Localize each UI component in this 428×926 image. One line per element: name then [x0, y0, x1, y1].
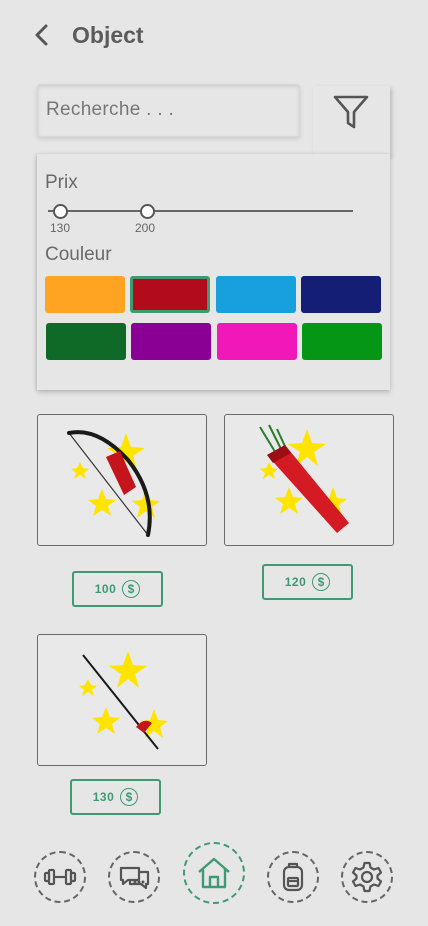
color-swatch-blue[interactable]: [216, 276, 296, 313]
item-price: 120: [284, 575, 307, 589]
color-swatch-navy[interactable]: [301, 276, 381, 313]
price-label: Prix: [45, 172, 78, 193]
dollar-coin-icon: $: [312, 573, 331, 591]
dumbbell-icon: [43, 868, 77, 886]
nav-training[interactable]: [34, 851, 86, 903]
nav-settings[interactable]: [341, 851, 393, 903]
item-price: 100: [94, 582, 117, 596]
item-card-quiver[interactable]: [224, 414, 394, 546]
item-card-bow[interactable]: [37, 414, 207, 546]
gear-icon: [351, 861, 383, 893]
color-swatch-purple[interactable]: [131, 323, 211, 360]
nav-inventory[interactable]: [267, 851, 319, 903]
dollar-coin-icon: $: [122, 580, 141, 598]
chevron-left-icon: [35, 24, 48, 46]
color-label: Couleur: [45, 244, 112, 265]
filter-toggle[interactable]: [313, 86, 390, 156]
price-slider-min-handle[interactable]: [53, 204, 68, 219]
price-slider-track[interactable]: [48, 210, 353, 212]
item-card-arrow[interactable]: [37, 634, 207, 766]
price-slider-max-handle[interactable]: [140, 204, 155, 219]
price-button[interactable]: 130 $: [70, 779, 161, 815]
search-input[interactable]: Recherche . . .: [37, 84, 300, 137]
page-title: Object: [72, 22, 144, 48]
quiver-icon: [259, 424, 349, 533]
item-price: 130: [92, 790, 115, 804]
nav-home[interactable]: [183, 842, 245, 904]
backpack-icon: [282, 862, 304, 892]
color-swatch-red[interactable]: [130, 276, 210, 313]
nav-chat[interactable]: [108, 851, 160, 903]
back-button[interactable]: [30, 20, 58, 50]
dollar-coin-icon: $: [120, 788, 139, 806]
color-swatch-orange[interactable]: [45, 276, 125, 313]
color-swatch-green[interactable]: [302, 323, 382, 360]
color-swatch-pink[interactable]: [217, 323, 297, 360]
price-min-value: 130: [50, 221, 71, 235]
chat-icon: [119, 866, 150, 890]
price-button[interactable]: 120 $: [262, 564, 353, 600]
price-button[interactable]: 100 $: [72, 571, 163, 607]
home-icon: [198, 857, 230, 889]
filter-icon: [333, 95, 369, 129]
color-swatch-dark-green[interactable]: [46, 323, 126, 360]
arrow-icon: [79, 651, 168, 750]
bow-icon: [67, 430, 160, 537]
price-max-value: 200: [135, 221, 156, 235]
